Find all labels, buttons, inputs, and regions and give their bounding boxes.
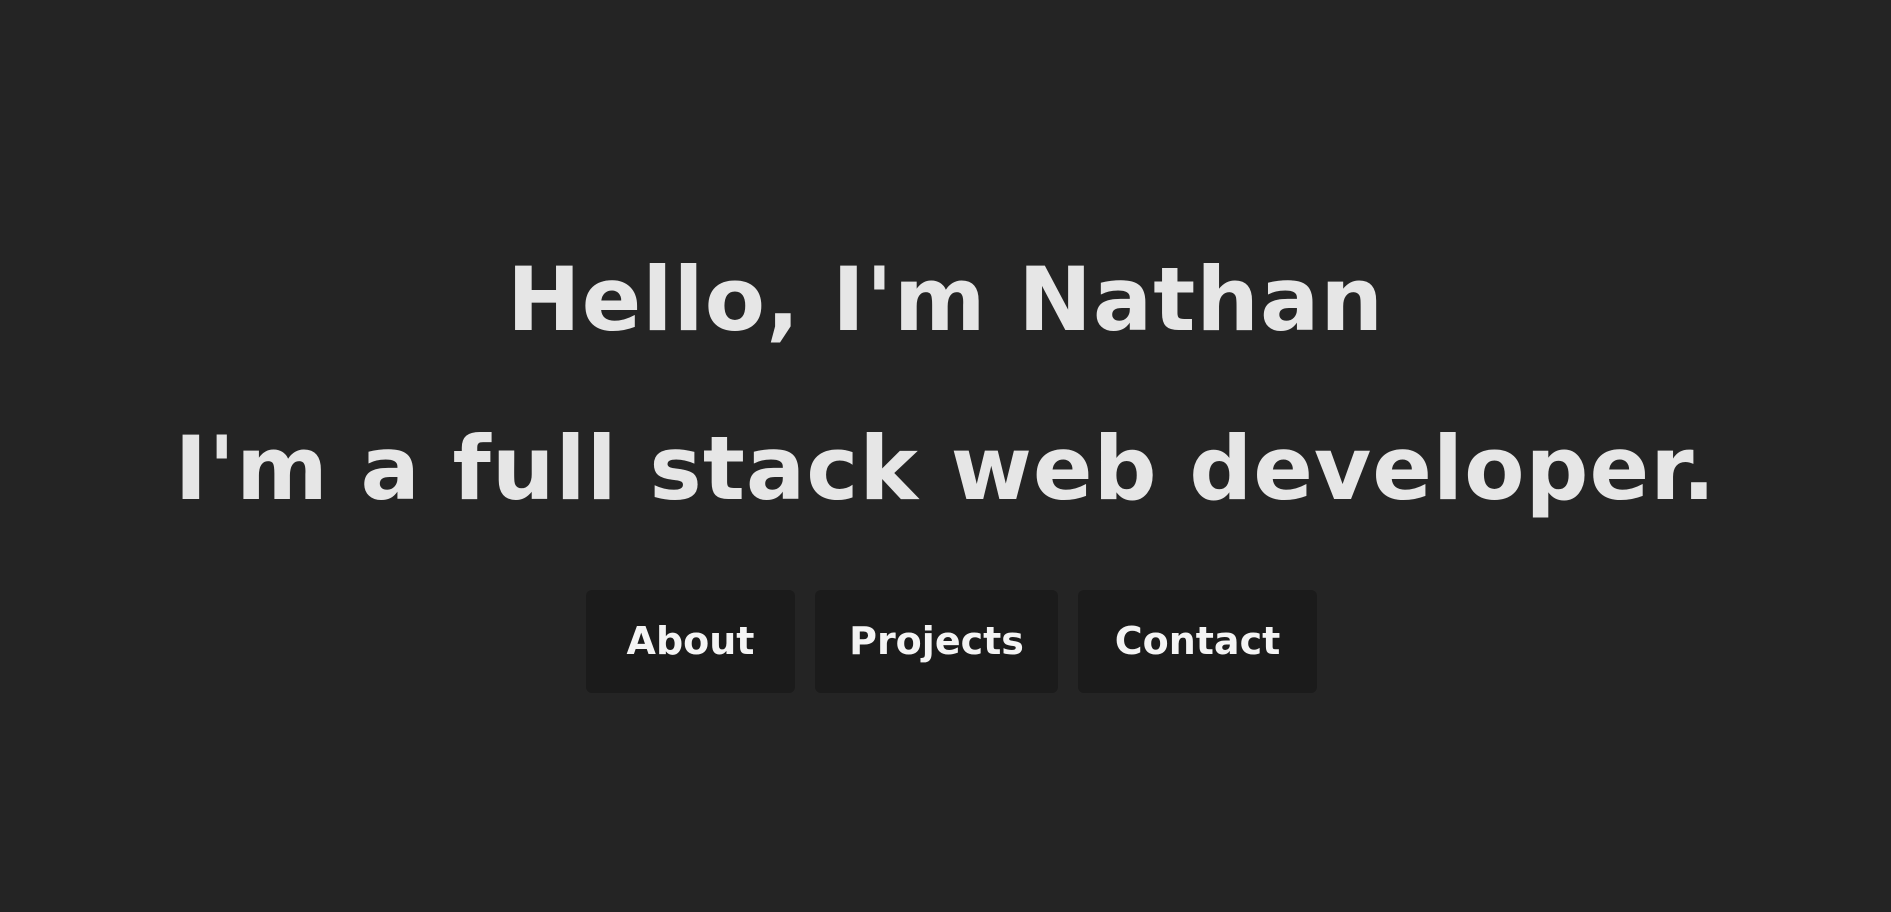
greeting-heading: Hello, I'm Nathan bbox=[507, 248, 1384, 351]
main-navigation: About Projects Contact bbox=[0, 590, 1891, 693]
contact-button[interactable]: Contact bbox=[1078, 590, 1317, 693]
hero-section: Hello, I'm Nathan I'm a full stack web d… bbox=[0, 0, 1891, 912]
tagline-heading: I'm a full stack web developer. bbox=[174, 417, 1717, 520]
about-button[interactable]: About bbox=[586, 590, 795, 693]
projects-button[interactable]: Projects bbox=[815, 590, 1058, 693]
